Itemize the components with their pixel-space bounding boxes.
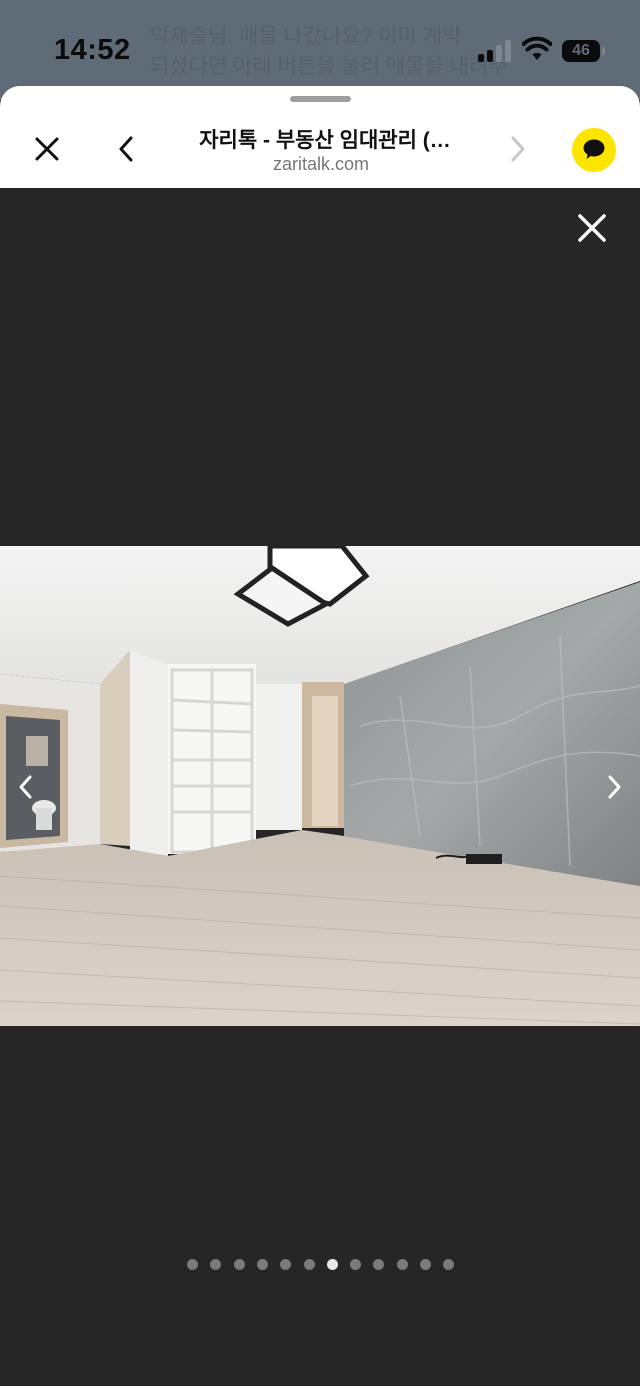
photo-viewer <box>0 188 640 1386</box>
chat-bubble-icon <box>583 139 605 159</box>
pagination-dot[interactable] <box>443 1259 454 1270</box>
kakao-chat-button[interactable] <box>572 128 616 172</box>
browser-sheet-header: 자리톡 - 부동산 임대관리 (… zaritalk.com <box>0 86 640 188</box>
pagination-dot[interactable] <box>234 1259 245 1270</box>
pagination-dot[interactable] <box>397 1259 408 1270</box>
wifi-icon <box>522 36 552 60</box>
forward-chevron-icon[interactable] <box>506 134 530 164</box>
back-chevron-icon[interactable] <box>114 134 138 164</box>
battery-icon: 46 <box>562 40 606 62</box>
status-bar: 악제출님, 매물 나갔나요? 이미 계약 되셨다면 아래 버튼을 눌러 매물을 … <box>0 0 640 108</box>
room-photo <box>0 546 640 1026</box>
sheet-grabber[interactable] <box>290 96 351 102</box>
battery-level: 46 <box>572 42 590 59</box>
pagination-dots <box>187 1259 467 1271</box>
pagination-dot[interactable] <box>420 1259 431 1270</box>
pagination-dot[interactable] <box>350 1259 361 1270</box>
page-title: 자리톡 - 부동산 임대관리 (… <box>199 129 451 152</box>
pagination-dot-active[interactable] <box>327 1259 338 1270</box>
next-photo-icon[interactable] <box>602 773 626 801</box>
pagination-dot[interactable] <box>304 1259 315 1270</box>
background-text-line: 악제출님, 매물 나갔나요? 이미 계약 <box>150 25 462 48</box>
pagination-dot[interactable] <box>187 1259 198 1270</box>
pagination-dot[interactable] <box>280 1259 291 1270</box>
pagination-dot[interactable] <box>210 1259 221 1270</box>
close-icon[interactable] <box>32 134 62 164</box>
cellular-signal-icon <box>478 40 512 62</box>
pagination-dot[interactable] <box>373 1259 384 1270</box>
pagination-dot[interactable] <box>257 1259 268 1270</box>
page-url: zaritalk.com <box>272 154 370 174</box>
close-viewer-icon[interactable] <box>576 212 608 244</box>
previous-photo-icon[interactable] <box>14 773 38 801</box>
clock: 14:52 <box>54 34 131 66</box>
